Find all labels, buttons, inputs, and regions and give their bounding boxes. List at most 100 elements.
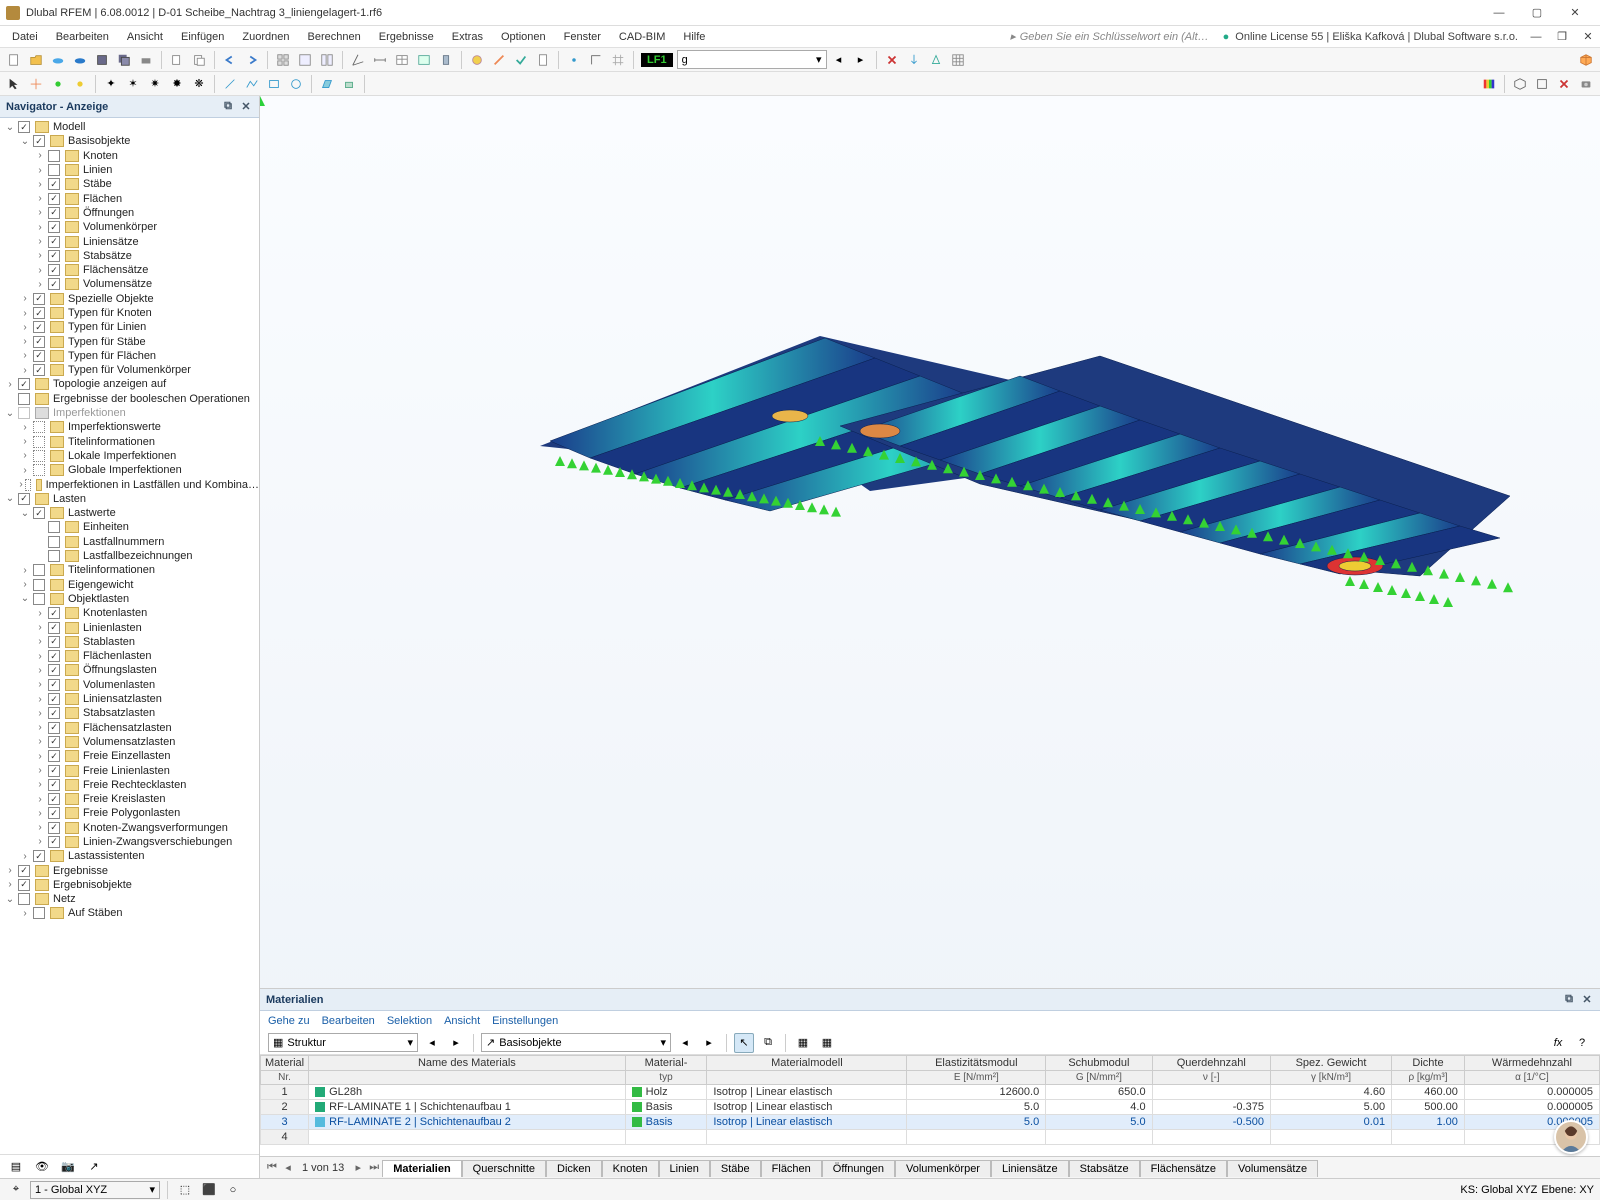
tree-einheiten[interactable]: Einheiten (0, 520, 259, 534)
section-icon[interactable] (436, 50, 456, 70)
tree-imperfektionen[interactable]: ⌄Imperfektionen (0, 406, 259, 420)
tree-stablasten[interactable]: ›✓Stablasten (0, 635, 259, 649)
tab-volumenkörper[interactable]: Volumenkörper (895, 1160, 991, 1177)
loadcase-dropdown[interactable]: g▾ (677, 50, 827, 69)
bb-icon-3[interactable]: ○ (223, 1180, 243, 1200)
check-icon[interactable] (511, 50, 531, 70)
snap-icon[interactable] (564, 50, 584, 70)
calc-icon[interactable] (467, 50, 487, 70)
table-row[interactable]: 2RF-LAMINATE 1 | Schichtenaufbau 1BasisI… (261, 1100, 1600, 1115)
menu-datei[interactable]: Datei (4, 29, 46, 45)
tree-volumensatzlasten[interactable]: ›✓Volumensatzlasten (0, 735, 259, 749)
bpmenu-bearbeiten[interactable]: Bearbeiten (322, 1015, 375, 1027)
tab-knoten[interactable]: Knoten (602, 1160, 659, 1177)
cube-icon[interactable] (1576, 50, 1596, 70)
menu-berechnen[interactable]: Berechnen (300, 29, 369, 45)
grid3-icon[interactable] (273, 50, 293, 70)
tree-freie-einzellasten[interactable]: ›✓Freie Einzellasten (0, 749, 259, 763)
tree--ffnungen[interactable]: ›✓Öffnungen (0, 206, 259, 220)
tree-globale-imperfektionen[interactable]: ›Globale Imperfektionen (0, 463, 259, 477)
select-icon[interactable] (4, 74, 24, 94)
design-icon[interactable] (489, 50, 509, 70)
polyline-icon[interactable] (242, 74, 262, 94)
tab-last-icon[interactable]: ⏭ (366, 1161, 382, 1174)
bb-icon-2[interactable]: ⬛ (199, 1180, 219, 1200)
bpmenu-einstellungen[interactable]: Einstellungen (492, 1015, 558, 1027)
undo-icon[interactable] (220, 50, 240, 70)
tree-ergebnisse-der-booleschen-operationen[interactable]: Ergebnisse der booleschen Operationen (0, 392, 259, 406)
tree-spezielle-objekte[interactable]: ›✓Spezielle Objekte (0, 292, 259, 306)
tree-linien[interactable]: ›Linien (0, 163, 259, 177)
tree-lokale-imperfektionen[interactable]: ›Lokale Imperfektionen (0, 449, 259, 463)
copy-icon[interactable] (167, 50, 187, 70)
col-material[interactable]: Material (261, 1056, 309, 1071)
camera-icon[interactable] (1576, 74, 1596, 94)
bb-icon-1[interactable]: ⬚ (175, 1180, 195, 1200)
tree-typen-f-r-fl-chen[interactable]: ›✓Typen für Flächen (0, 349, 259, 363)
bpmenu-gehe zu[interactable]: Gehe zu (268, 1015, 310, 1027)
new-icon[interactable] (4, 50, 24, 70)
redo-icon[interactable] (242, 50, 262, 70)
menu-fenster[interactable]: Fenster (556, 29, 609, 45)
tree-topologie-anzeigen-auf[interactable]: ›✓Topologie anzeigen auf (0, 377, 259, 391)
zoom-fit-icon[interactable] (1532, 74, 1552, 94)
col-material-[interactable]: Material- (625, 1056, 707, 1071)
save-all-icon[interactable] (114, 50, 134, 70)
col-schubmodul[interactable]: Schubmodul (1046, 1056, 1152, 1071)
isometric-icon[interactable] (1510, 74, 1530, 94)
tree-typen-f-r-volumenk-rper[interactable]: ›✓Typen für Volumenkörper (0, 363, 259, 377)
tab-next-icon[interactable]: ▸ (350, 1161, 366, 1174)
tree-liniensatzlasten[interactable]: ›✓Liniensatzlasten (0, 692, 259, 706)
tree-freie-polygonlasten[interactable]: ›✓Freie Polygonlasten (0, 806, 259, 820)
star3-icon[interactable]: ✷ (145, 74, 165, 94)
tree-objektlasten[interactable]: ⌄Objektlasten (0, 592, 259, 606)
tab-stäbe[interactable]: Stäbe (710, 1160, 761, 1177)
tree-linien-zwangsverschiebungen[interactable]: ›✓Linien-Zwangsverschiebungen (0, 835, 259, 849)
tab-materialien[interactable]: Materialien (382, 1160, 461, 1177)
circle-icon[interactable] (286, 74, 306, 94)
tree-stabsatzlasten[interactable]: ›✓Stabsatzlasten (0, 706, 259, 720)
tree-basisobjekte[interactable]: ⌄✓Basisobjekte (0, 134, 259, 148)
tab-linien[interactable]: Linien (659, 1160, 710, 1177)
doc-restore-button[interactable]: ❐ (1554, 30, 1570, 43)
nav-tab-camera-icon[interactable]: 📷 (58, 1157, 78, 1177)
col-w-rmedehnzahl[interactable]: Wärmedehnzahl (1464, 1056, 1599, 1071)
tree-titelinformationen[interactable]: ›Titelinformationen (0, 563, 259, 577)
cloud-upload-icon[interactable] (70, 50, 90, 70)
tree-titelinformationen[interactable]: ›Titelinformationen (0, 435, 259, 449)
bpmenu-ansicht[interactable]: Ansicht (444, 1015, 480, 1027)
star4-icon[interactable]: ✸ (167, 74, 187, 94)
user-avatar[interactable] (1554, 1120, 1588, 1154)
tree-lastassistenten[interactable]: ›✓Lastassistenten (0, 849, 259, 863)
filter-icon[interactable]: ⧉ (758, 1033, 778, 1053)
tree-netz[interactable]: ⌄Netz (0, 892, 259, 906)
nav-tab-data-icon[interactable]: ▤ (6, 1157, 26, 1177)
doc-minimize-button[interactable]: — (1528, 31, 1544, 43)
tab-first-icon[interactable]: ⏮ (264, 1161, 280, 1174)
line-icon[interactable] (220, 74, 240, 94)
tree-fl-chens-tze[interactable]: ›✓Flächensätze (0, 263, 259, 277)
xyz-icon[interactable]: ⌖ (6, 1180, 26, 1200)
menu-cad-bim[interactable]: CAD-BIM (611, 29, 673, 45)
row-add-icon[interactable]: ▦ (793, 1033, 813, 1053)
bp-prev2-icon[interactable]: ◂ (675, 1033, 695, 1053)
tab-flächensätze[interactable]: Flächensätze (1140, 1160, 1227, 1177)
doc-close-button[interactable]: ✕ (1580, 30, 1596, 43)
panel-pin-icon[interactable]: ⧉ (221, 100, 235, 114)
panel-close-icon[interactable]: ✕ (239, 100, 253, 114)
delete-results-icon[interactable] (882, 50, 902, 70)
menu-bearbeiten[interactable]: Bearbeiten (48, 29, 117, 45)
open-icon[interactable] (26, 50, 46, 70)
panel-pin2-icon[interactable]: ⧉ (1562, 993, 1576, 1007)
materials-grid[interactable]: MaterialName des MaterialsMaterial-Mater… (260, 1055, 1600, 1156)
table-row[interactable]: 3RF-LAMINATE 2 | Schichtenaufbau 2BasisI… (261, 1115, 1600, 1130)
report-icon[interactable] (533, 50, 553, 70)
mesh-icon[interactable] (948, 50, 968, 70)
node-green-icon[interactable] (48, 74, 68, 94)
bp-next2-icon[interactable]: ▸ (699, 1033, 719, 1053)
table-row[interactable]: 1GL28hHolzIsotrop | Linear elastisch1260… (261, 1085, 1600, 1100)
col-spez-gewicht[interactable]: Spez. Gewicht (1270, 1056, 1391, 1071)
minimize-button[interactable]: — (1480, 2, 1518, 24)
tree-freie-linienlasten[interactable]: ›✓Freie Linienlasten (0, 763, 259, 777)
tab-öffnungen[interactable]: Öffnungen (822, 1160, 895, 1177)
